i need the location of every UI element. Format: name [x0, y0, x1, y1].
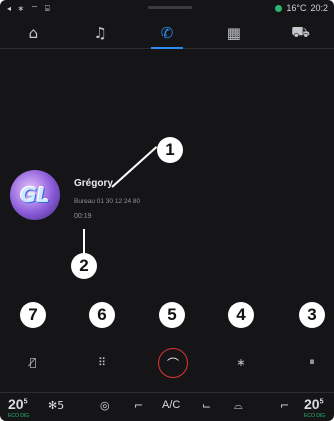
avatar-initials: GL — [20, 183, 50, 207]
car-icon: ⛟ — [291, 23, 311, 41]
mute-button[interactable]: 🎙̸ — [15, 344, 51, 380]
left-temp-decimal: 5 — [23, 398, 28, 406]
left-eco-label: ECO DIG — [8, 413, 30, 419]
fan-level: 5 — [57, 399, 65, 412]
seat-ventilation-icon[interactable]: ⌙ — [202, 399, 211, 412]
pull-down-handle[interactable] — [148, 6, 192, 9]
left-temp-value: 20 — [8, 396, 24, 412]
bluetooth-icon: ∗ — [236, 355, 246, 369]
right-temp-value: 20 — [304, 396, 320, 412]
callout-3: 3 — [299, 302, 325, 328]
right-seat-heat-icon[interactable]: ⌐ — [280, 399, 289, 412]
connection-indicator — [275, 4, 283, 12]
contact-number: Bureau 01 30 12 24 80 — [74, 198, 141, 205]
status-bar: ◂ ∗ ⌔ ⌸ 16°C 20:2 — [0, 0, 334, 18]
status-right: 16°C 20:2 — [275, 3, 328, 13]
hang-up-icon: ⌒ — [166, 356, 179, 371]
tab-phone[interactable]: ✆ — [147, 20, 187, 49]
ac-button[interactable]: A/C — [162, 399, 180, 411]
callout-5: 5 — [159, 302, 185, 328]
apps-grid-icon: ▦ — [226, 24, 241, 42]
contact-avatar: GL — [10, 170, 60, 220]
outside-temperature: 16°C — [286, 3, 307, 13]
steering-wheel-heat-icon[interactable]: ◎ — [100, 399, 110, 412]
clock: 20:2 — [310, 3, 328, 13]
call-duration: 00:19 — [74, 213, 92, 220]
callout-4: 4 — [228, 302, 254, 328]
keypad-button[interactable]: ⠿ — [84, 344, 120, 380]
bluetooth-button[interactable]: ∗ — [223, 344, 259, 380]
callout-6: 6 — [89, 302, 115, 328]
contact-name: Grégory — [74, 178, 113, 189]
seat-heat-icon[interactable]: ⌐ — [134, 399, 143, 412]
tab-apps[interactable]: ▦ — [214, 20, 254, 46]
hang-up-button[interactable]: ⌒ — [158, 348, 188, 378]
tab-vehicle[interactable]: ⛟ — [281, 20, 321, 46]
callout-7: 7 — [20, 302, 46, 328]
pause-icon: ⏸ — [309, 355, 315, 368]
home-icon: ⌂ — [28, 24, 39, 42]
hold-button[interactable]: ⏸ — [294, 344, 330, 380]
call-controls: 🎙̸ ⠿ ⌒ ∗ ⏸ — [0, 338, 334, 386]
left-temperature[interactable]: 205 — [8, 396, 27, 412]
right-eco-label: ECO DIG — [304, 413, 326, 419]
tab-music[interactable]: ♫ — [80, 20, 120, 46]
fan-icon: ✻ — [48, 399, 58, 412]
microphone-off-icon: 🎙̸ — [29, 355, 37, 369]
tab-home[interactable]: ⌂ — [13, 20, 53, 46]
callout-1-leader — [111, 146, 158, 188]
fan-speed[interactable]: ✻5 — [48, 399, 64, 412]
phone-icon: ✆ — [160, 24, 174, 42]
keypad-icon: ⠿ — [97, 355, 107, 369]
callout-1: 1 — [157, 137, 183, 163]
status-icons: ◂ ∗ ⌔ ⌸ — [7, 4, 52, 13]
callout-2: 2 — [71, 253, 97, 279]
music-icon: ♫ — [93, 24, 107, 42]
right-temp-decimal: 5 — [319, 398, 324, 406]
defrost-icon[interactable]: ⌓ — [234, 399, 243, 413]
infotainment-screen: ◂ ∗ ⌔ ⌸ 16°C 20:2 ⌂ ♫ ✆ ▦ ⛟ GL Grégory B… — [0, 0, 334, 421]
climate-bar: 205 ECO DIG ✻5 ◎ ⌐ A/C ⌙ ⌓ ⌐ 205 ECO DIG — [0, 392, 334, 421]
main-tabs: ⌂ ♫ ✆ ▦ ⛟ — [0, 18, 334, 49]
right-temperature[interactable]: 205 — [304, 396, 323, 412]
